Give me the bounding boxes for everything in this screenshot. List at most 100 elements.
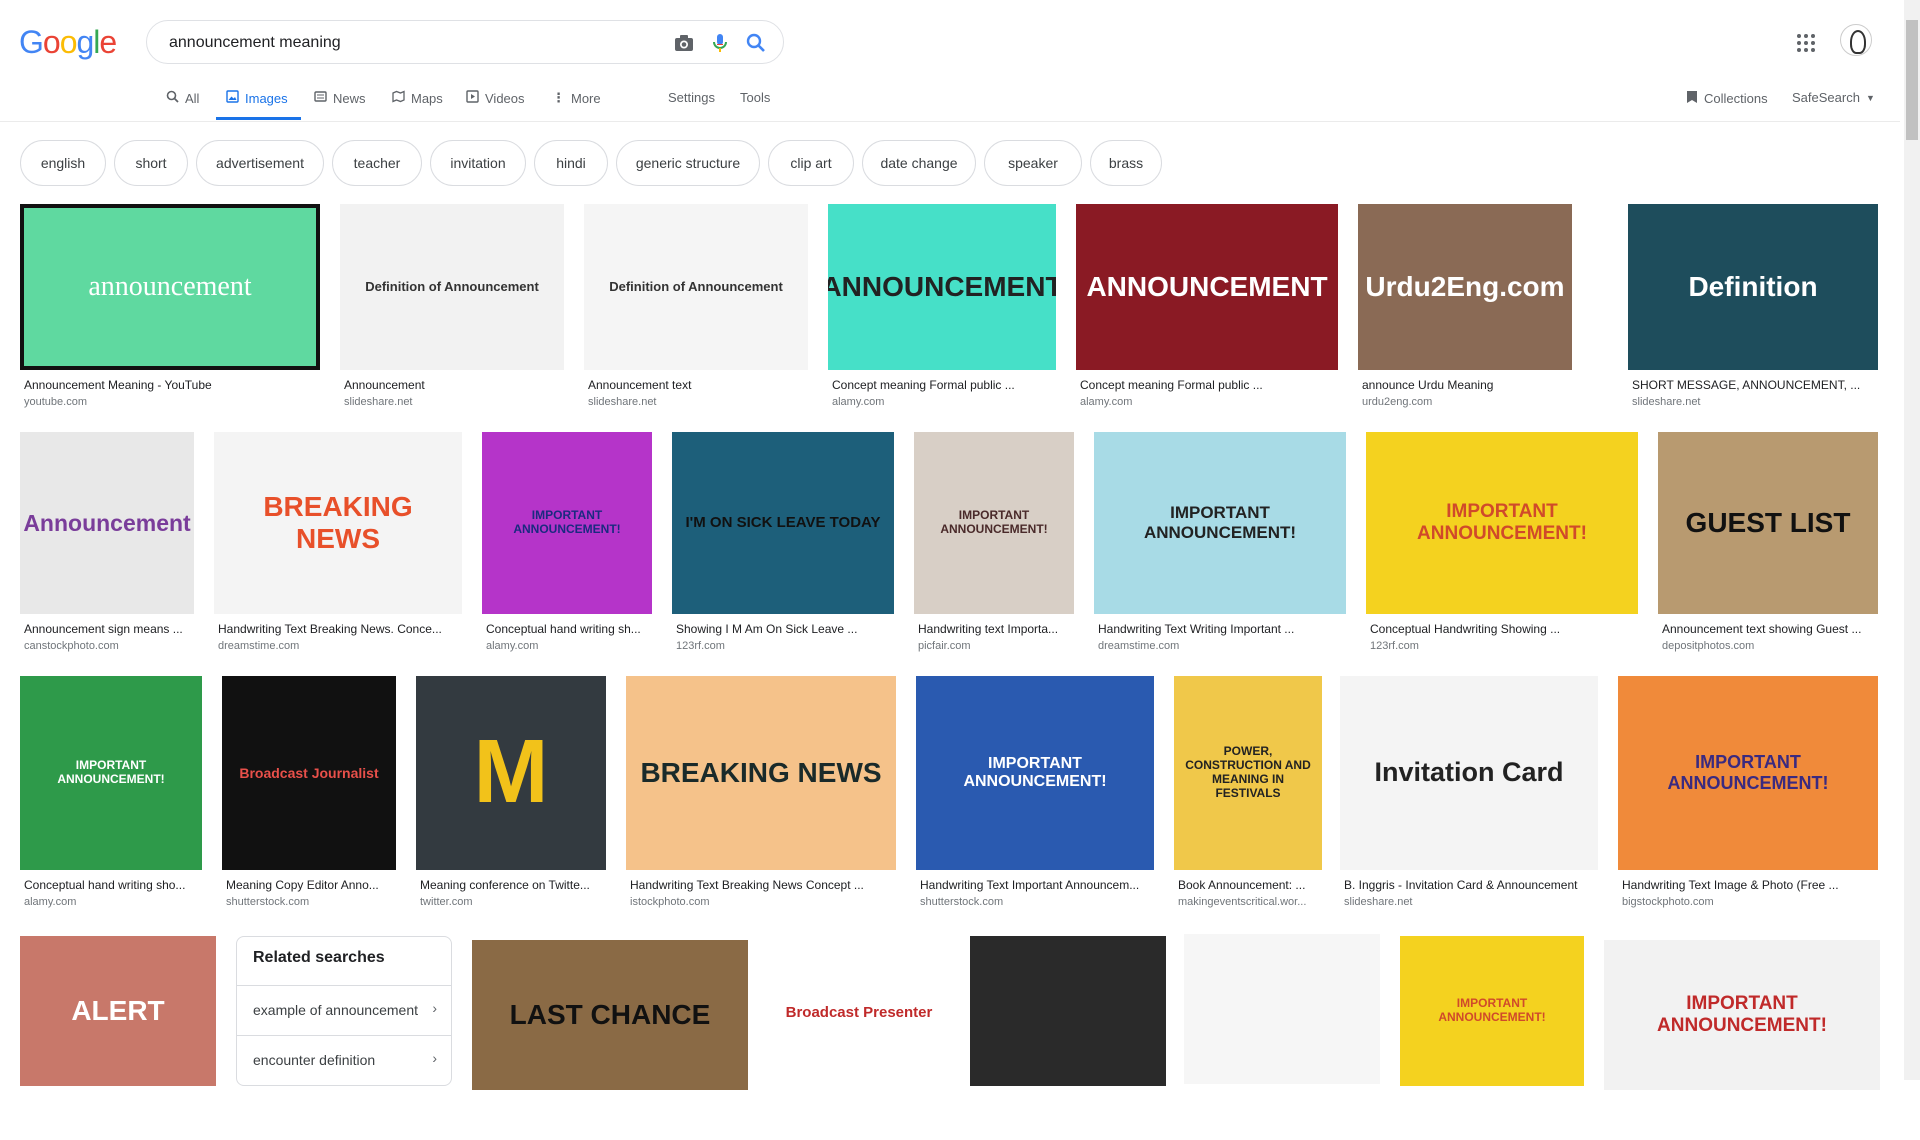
result-title[interactable]: Handwriting Text Breaking News. Conce...: [218, 622, 458, 636]
image-result[interactable]: BREAKING NEWS Handwriting Text Breaking N…: [214, 432, 462, 664]
result-title[interactable]: Conceptual Handwriting Showing ...: [1370, 622, 1634, 636]
result-title[interactable]: Book Announcement: ...: [1178, 878, 1318, 892]
tab-tools[interactable]: Tools: [740, 90, 770, 105]
result-thumbnail[interactable]: Definition of Announcement: [584, 204, 808, 370]
image-result[interactable]: Urdu2Eng.com announce Urdu Meaning urdu2en…: [1358, 204, 1572, 420]
chip[interactable]: short: [114, 140, 188, 186]
result-source[interactable]: twitter.com: [420, 896, 473, 908]
result-source[interactable]: bigstockphoto.com: [1622, 896, 1714, 908]
search-icon[interactable]: [745, 32, 767, 54]
image-result[interactable]: announcement Announcement Meaning - YouTu…: [20, 204, 320, 420]
result-source[interactable]: alamy.com: [832, 396, 884, 408]
collections-link[interactable]: Collections: [1686, 90, 1768, 107]
chip[interactable]: brass: [1090, 140, 1162, 186]
result-title[interactable]: Conceptual hand writing sho...: [24, 878, 198, 892]
result-thumbnail[interactable]: Urdu2Eng.com: [1358, 204, 1572, 370]
result-source[interactable]: dreamstime.com: [1098, 640, 1179, 652]
chip[interactable]: generic structure: [616, 140, 760, 186]
result-title[interactable]: Conceptual hand writing sh...: [486, 622, 648, 636]
result-thumbnail[interactable]: POWER, CONSTRUCTION AND MEANING IN FESTI…: [1174, 676, 1322, 870]
image-result[interactable]: GUEST LIST Announcement text showing Gues…: [1658, 432, 1878, 664]
result-source[interactable]: 123rf.com: [1370, 640, 1419, 652]
image-result[interactable]: IMPORTANT ANNOUNCEMENT! Conceptual hand w…: [20, 676, 202, 920]
result-title[interactable]: Handwriting Text Important Announcem...: [920, 878, 1150, 892]
result-title[interactable]: Announcement text: [588, 378, 804, 392]
result-thumbnail[interactable]: BREAKING NEWS: [214, 432, 462, 614]
image-result[interactable]: [970, 936, 1166, 1136]
tab-images[interactable]: Images: [226, 90, 288, 106]
image-result[interactable]: ANNOUNCEMENT Concept meaning Formal publi…: [1076, 204, 1338, 420]
result-source[interactable]: shutterstock.com: [226, 896, 309, 908]
result-title[interactable]: Announcement sign means ...: [24, 622, 190, 636]
result-source[interactable]: picfair.com: [918, 640, 971, 652]
result-title[interactable]: announce Urdu Meaning: [1362, 378, 1568, 392]
chip[interactable]: speaker: [984, 140, 1082, 186]
result-source[interactable]: slideshare.net: [588, 396, 657, 408]
result-thumbnail[interactable]: IMPORTANT ANNOUNCEMENT!: [1094, 432, 1346, 614]
tab-maps[interactable]: Maps: [392, 90, 443, 106]
account-avatar[interactable]: [1840, 24, 1872, 56]
image-result[interactable]: Broadcast Presenter: [768, 938, 950, 1138]
result-thumbnail[interactable]: IMPORTANT ANNOUNCEMENT!: [20, 676, 202, 870]
microphone-icon[interactable]: [709, 32, 731, 54]
result-source[interactable]: slideshare.net: [344, 396, 413, 408]
image-result[interactable]: LAST CHANCE: [472, 940, 748, 1140]
image-result[interactable]: BREAKING NEWS Handwriting Text Breaking N…: [626, 676, 896, 920]
result-thumbnail[interactable]: ANNOUNCEMENT: [828, 204, 1056, 370]
result-thumbnail[interactable]: Definition of Announcement: [340, 204, 564, 370]
chip[interactable]: clip art: [768, 140, 854, 186]
result-title[interactable]: Announcement text showing Guest ...: [1662, 622, 1874, 636]
image-result[interactable]: [1184, 934, 1380, 1134]
result-thumbnail[interactable]: Broadcast Journalist: [222, 676, 396, 870]
image-result[interactable]: IMPORTANT ANNOUNCEMENT! Conceptual Handwr…: [1366, 432, 1638, 664]
image-result[interactable]: IMPORTANT ANNOUNCEMENT! Conceptual hand w…: [482, 432, 652, 664]
result-thumbnail[interactable]: [970, 936, 1166, 1086]
image-result[interactable]: ALERT: [20, 936, 216, 1136]
result-source[interactable]: depositphotos.com: [1662, 640, 1754, 652]
result-title[interactable]: Concept meaning Formal public ...: [1080, 378, 1334, 392]
result-thumbnail[interactable]: IMPORTANT ANNOUNCEMENT!: [482, 432, 652, 614]
result-title[interactable]: Handwriting text Importa...: [918, 622, 1070, 636]
result-thumbnail[interactable]: GUEST LIST: [1658, 432, 1878, 614]
result-title[interactable]: Meaning Copy Editor Anno...: [226, 878, 392, 892]
result-title[interactable]: B. Inggris - Invitation Card & Announcem…: [1344, 878, 1594, 892]
image-result[interactable]: Definition of Announcement Announcement t…: [584, 204, 808, 420]
result-source[interactable]: urdu2eng.com: [1362, 396, 1432, 408]
result-title[interactable]: Concept meaning Formal public ...: [832, 378, 1052, 392]
image-result[interactable]: ANNOUNCEMENT Concept meaning Formal publi…: [828, 204, 1056, 420]
result-title[interactable]: Handwriting Text Breaking News Concept .…: [630, 878, 892, 892]
result-source[interactable]: slideshare.net: [1632, 396, 1701, 408]
result-thumbnail[interactable]: ANNOUNCEMENT: [1076, 204, 1338, 370]
result-source[interactable]: makingeventscritical.wor...: [1178, 896, 1306, 908]
result-thumbnail[interactable]: M: [416, 676, 606, 870]
result-title[interactable]: Announcement: [344, 378, 560, 392]
result-thumbnail[interactable]: IMPORTANT ANNOUNCEMENT!: [916, 676, 1154, 870]
related-search-item[interactable]: example of announcement ›: [237, 985, 451, 1035]
result-source[interactable]: shutterstock.com: [920, 896, 1003, 908]
result-thumbnail[interactable]: [1184, 934, 1380, 1084]
result-source[interactable]: alamy.com: [1080, 396, 1132, 408]
apps-grid-icon[interactable]: [1797, 34, 1815, 52]
result-thumbnail[interactable]: ALERT: [20, 936, 216, 1086]
tab-settings[interactable]: Settings: [668, 90, 715, 105]
image-result[interactable]: Broadcast Journalist Meaning Copy Editor …: [222, 676, 396, 920]
result-source[interactable]: 123rf.com: [676, 640, 725, 652]
tab-videos[interactable]: Videos: [466, 90, 525, 106]
result-source[interactable]: dreamstime.com: [218, 640, 299, 652]
result-title[interactable]: Handwriting Text Image & Photo (Free ...: [1622, 878, 1874, 892]
result-thumbnail[interactable]: IMPORTANT ANNOUNCEMENT!: [1400, 936, 1584, 1086]
image-result[interactable]: IMPORTANT ANNOUNCEMENT!: [1604, 940, 1880, 1140]
page-scrollbar[interactable]: [1904, 0, 1920, 1080]
result-thumbnail[interactable]: Definition: [1628, 204, 1878, 370]
result-thumbnail[interactable]: Invitation Card: [1340, 676, 1598, 870]
image-result[interactable]: I'M ON SICK LEAVE TODAY Showing I M Am On…: [672, 432, 894, 664]
image-result[interactable]: IMPORTANT ANNOUNCEMENT! Handwriting Text …: [1618, 676, 1878, 920]
result-title[interactable]: Announcement Meaning - YouTube: [24, 378, 316, 392]
result-thumbnail[interactable]: Announcement: [20, 432, 194, 614]
chip[interactable]: english: [20, 140, 106, 186]
search-input[interactable]: [167, 31, 631, 55]
result-title[interactable]: SHORT MESSAGE, ANNOUNCEMENT, ...: [1632, 378, 1874, 392]
result-thumbnail[interactable]: I'M ON SICK LEAVE TODAY: [672, 432, 894, 614]
result-title[interactable]: Handwriting Text Writing Important ...: [1098, 622, 1342, 636]
result-source[interactable]: alamy.com: [24, 896, 76, 908]
